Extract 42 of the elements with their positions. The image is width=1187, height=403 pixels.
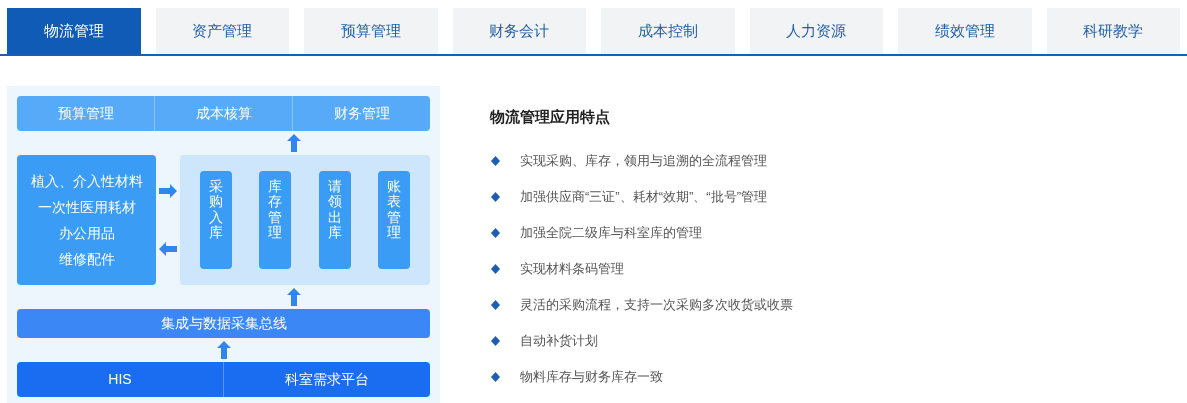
- features-title: 物流管理应用特点: [490, 107, 611, 127]
- tab[interactable]: 科研教学: [1046, 8, 1180, 54]
- module-label: 预算管理: [56, 104, 115, 123]
- tab[interactable]: 绩效管理: [898, 8, 1032, 54]
- diamond-bullet-icon: [491, 336, 500, 346]
- tab[interactable]: 预算管理: [304, 8, 438, 54]
- source-label: HIS: [107, 370, 133, 389]
- tab[interactable]: 资产管理: [155, 8, 289, 54]
- source-label: 科室需求平台: [223, 362, 430, 397]
- feature-item: 实现采购、库存，领用与追溯的全流程管理: [520, 152, 767, 171]
- module-label: 财务管理: [292, 96, 430, 131]
- process-module: 库存管理: [259, 171, 292, 269]
- up-arrow-icon: [286, 134, 301, 152]
- feature-item: 物料库存与财务库存一致: [520, 368, 663, 387]
- integration-bus: 集成与数据采集总线: [17, 309, 430, 338]
- diamond-bullet-icon: [491, 192, 500, 202]
- process-module: 账表管理: [378, 171, 411, 269]
- feature-item: 加强全院二级库与科室库的管理: [520, 224, 702, 243]
- module-label: 成本核算: [154, 96, 292, 131]
- left-arrow-icon: [159, 242, 177, 256]
- tab[interactable]: 物流管理: [7, 8, 141, 54]
- material-label: 植入、介入性材料: [30, 171, 143, 191]
- feature-item: 加强供应商“三证”、耗材“效期”、“批号”管理: [520, 188, 767, 207]
- feature-item: 自动补货计划: [520, 332, 598, 351]
- diamond-bullet-icon: [491, 372, 500, 382]
- tab[interactable]: 财务会计: [452, 8, 586, 54]
- diamond-bullet-icon: [491, 300, 500, 310]
- diamond-bullet-icon: [491, 228, 500, 238]
- material-label: 办公用品: [58, 223, 115, 243]
- material-label: 维修配件: [58, 249, 115, 269]
- feature-item: 灵活的采购流程，支持一次采购多次收货或收票: [520, 296, 793, 315]
- process-module: 请领出库: [318, 171, 351, 269]
- up-arrow-icon: [216, 341, 231, 359]
- diamond-bullet-icon: [491, 264, 500, 274]
- diamond-bullet-icon: [491, 156, 500, 166]
- right-arrow-icon: [159, 184, 177, 198]
- tab[interactable]: 人力资源: [749, 8, 883, 54]
- feature-item: 实现材料条码管理: [520, 260, 624, 279]
- material-label: 一次性医用耗材: [37, 197, 136, 217]
- tab[interactable]: 成本控制: [601, 8, 735, 54]
- process-module: 采购入库: [199, 171, 232, 269]
- up-arrow-icon: [286, 288, 301, 306]
